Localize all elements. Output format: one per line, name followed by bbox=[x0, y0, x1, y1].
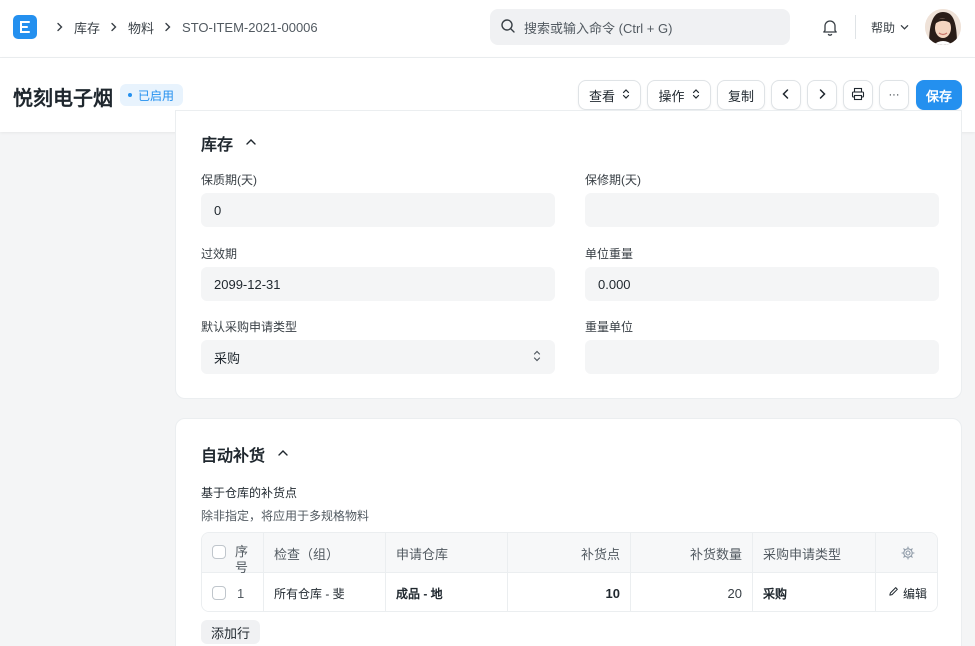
chevron-up-icon[interactable] bbox=[245, 134, 257, 152]
printer-icon bbox=[851, 87, 865, 104]
search-bar[interactable]: 搜索或输入命令 (Ctrl + G) bbox=[490, 9, 790, 45]
section-title: 库存 bbox=[201, 137, 234, 154]
column-header-mr-type: 采购申请类型 bbox=[753, 533, 876, 573]
help-dropdown[interactable]: 帮助 bbox=[871, 19, 909, 36]
cell-reorder-level[interactable]: 10 bbox=[508, 573, 631, 611]
row-index: 1 bbox=[237, 585, 245, 601]
add-row-button[interactable]: 添加行 bbox=[201, 620, 261, 644]
unit-weight-field[interactable]: 0.000 bbox=[585, 267, 939, 301]
chevron-down-icon bbox=[900, 21, 909, 35]
column-header-check-group: 检查（组） bbox=[264, 533, 386, 573]
operate-label: 操作 bbox=[658, 88, 685, 104]
warranty-field[interactable] bbox=[585, 193, 939, 227]
header-index-cell: 序号 bbox=[202, 533, 264, 575]
auto-reorder-section-header[interactable]: 自动补货 bbox=[201, 442, 289, 466]
mr-type-value: 采购 bbox=[214, 350, 241, 366]
operate-button[interactable]: 操作 bbox=[647, 80, 711, 110]
mr-type-label: 默认采购申请类型 bbox=[201, 320, 298, 334]
view-label: 查看 bbox=[588, 88, 615, 104]
edit-row-button[interactable]: 编辑 bbox=[876, 573, 937, 611]
warranty-label: 保修期(天) bbox=[585, 173, 641, 187]
chevron-right-icon bbox=[160, 19, 176, 35]
more-button[interactable]: ··· bbox=[879, 80, 909, 110]
status-dot bbox=[128, 93, 132, 97]
breadcrumb-current[interactable]: STO-ITEM-2021-00006 bbox=[182, 20, 318, 35]
view-button[interactable]: 查看 bbox=[578, 80, 641, 110]
row-checkbox[interactable] bbox=[212, 586, 226, 600]
more-label: ··· bbox=[888, 89, 900, 101]
edit-label: 编辑 bbox=[903, 586, 928, 601]
chevron-right-icon bbox=[817, 88, 827, 103]
chevron-right-icon bbox=[52, 19, 68, 35]
mr-type-select[interactable]: 采购 bbox=[201, 340, 555, 374]
status-badge: 已启用 bbox=[120, 84, 184, 106]
weight-uom-field[interactable] bbox=[585, 340, 939, 374]
save-label: 保存 bbox=[925, 88, 952, 104]
sort-arrows-icon bbox=[533, 349, 541, 366]
sort-arrows-icon bbox=[692, 88, 700, 103]
avatar[interactable] bbox=[925, 9, 961, 45]
prev-button[interactable] bbox=[771, 80, 801, 110]
sort-arrows-icon bbox=[622, 88, 630, 103]
cell-mr-type[interactable]: 采购 bbox=[753, 573, 876, 611]
breadcrumb-item[interactable]: 物料 bbox=[128, 18, 154, 37]
bell-icon[interactable] bbox=[820, 17, 840, 37]
select-all-checkbox[interactable] bbox=[212, 545, 226, 559]
table-header: 序号 检查（组） 申请仓库 补货点 补货数量 采购申请类型 bbox=[202, 533, 937, 575]
expiry-field[interactable]: 2099-12-31 bbox=[201, 267, 555, 301]
pencil-icon bbox=[888, 586, 899, 600]
cell-reorder-qty[interactable]: 20 bbox=[631, 573, 753, 611]
row-index-cell: 1 bbox=[202, 573, 264, 611]
expiry-label: 过效期 bbox=[201, 247, 238, 261]
search-icon bbox=[500, 18, 516, 37]
shelf-life-label: 保质期(天) bbox=[201, 173, 257, 187]
reorder-description: 除非指定，将应用于多规格物料 bbox=[201, 509, 370, 523]
unit-weight-label: 单位重量 bbox=[585, 247, 634, 261]
chevron-right-icon bbox=[106, 19, 122, 35]
chevron-left-icon bbox=[781, 88, 791, 103]
print-button[interactable] bbox=[843, 80, 873, 110]
inventory-section-header[interactable]: 库存 bbox=[201, 131, 257, 155]
section-title: 自动补货 bbox=[201, 448, 266, 465]
help-label: 帮助 bbox=[871, 21, 896, 35]
breadcrumb: 库存 物料 STO-ITEM-2021-00006 bbox=[50, 18, 322, 36]
chevron-up-icon[interactable] bbox=[277, 445, 289, 463]
table-row[interactable]: 1 所有仓库 - 斐 成品 - 地 10 20 采购 编辑 bbox=[202, 573, 937, 611]
search-placeholder: 搜索或输入命令 (Ctrl + G) bbox=[524, 20, 673, 36]
settings-icon[interactable] bbox=[876, 533, 937, 573]
copy-label: 复制 bbox=[727, 88, 754, 104]
column-header-reorder-qty: 补货数量 bbox=[631, 533, 753, 573]
column-header-warehouse: 申请仓库 bbox=[386, 533, 508, 573]
cell-check-group[interactable]: 所有仓库 - 斐 bbox=[264, 573, 386, 611]
navbar-divider bbox=[855, 15, 856, 39]
next-button[interactable] bbox=[807, 80, 837, 110]
inventory-section: 库存 保质期(天) 0 保修期(天) 过效期 2099-12-31 单位重量 0… bbox=[175, 110, 962, 399]
column-header-reorder-level: 补货点 bbox=[508, 533, 631, 573]
cell-warehouse[interactable]: 成品 - 地 bbox=[386, 573, 508, 611]
status-label: 已启用 bbox=[138, 88, 175, 103]
app-logo-icon[interactable] bbox=[13, 15, 37, 39]
reorder-subtitle: 基于仓库的补货点 bbox=[201, 486, 298, 500]
copy-button[interactable]: 复制 bbox=[717, 80, 765, 110]
breadcrumb-stock[interactable]: 库存 bbox=[74, 18, 100, 37]
auto-reorder-section: 自动补货 基于仓库的补货点 除非指定，将应用于多规格物料 序号 检查（组） 申请… bbox=[175, 418, 962, 646]
save-button[interactable]: 保存 bbox=[916, 80, 962, 110]
navbar: 库存 物料 STO-ITEM-2021-00006 搜索或输入命令 (Ctrl … bbox=[0, 0, 975, 58]
page-title: 悦刻电子烟 bbox=[13, 88, 113, 110]
weight-uom-label: 重量单位 bbox=[585, 320, 634, 334]
reorder-table: 序号 检查（组） 申请仓库 补货点 补货数量 采购申请类型 1 所有仓库 - 斐… bbox=[201, 532, 938, 612]
column-header-index: 序号 bbox=[235, 544, 249, 575]
shelf-life-field[interactable]: 0 bbox=[201, 193, 555, 227]
